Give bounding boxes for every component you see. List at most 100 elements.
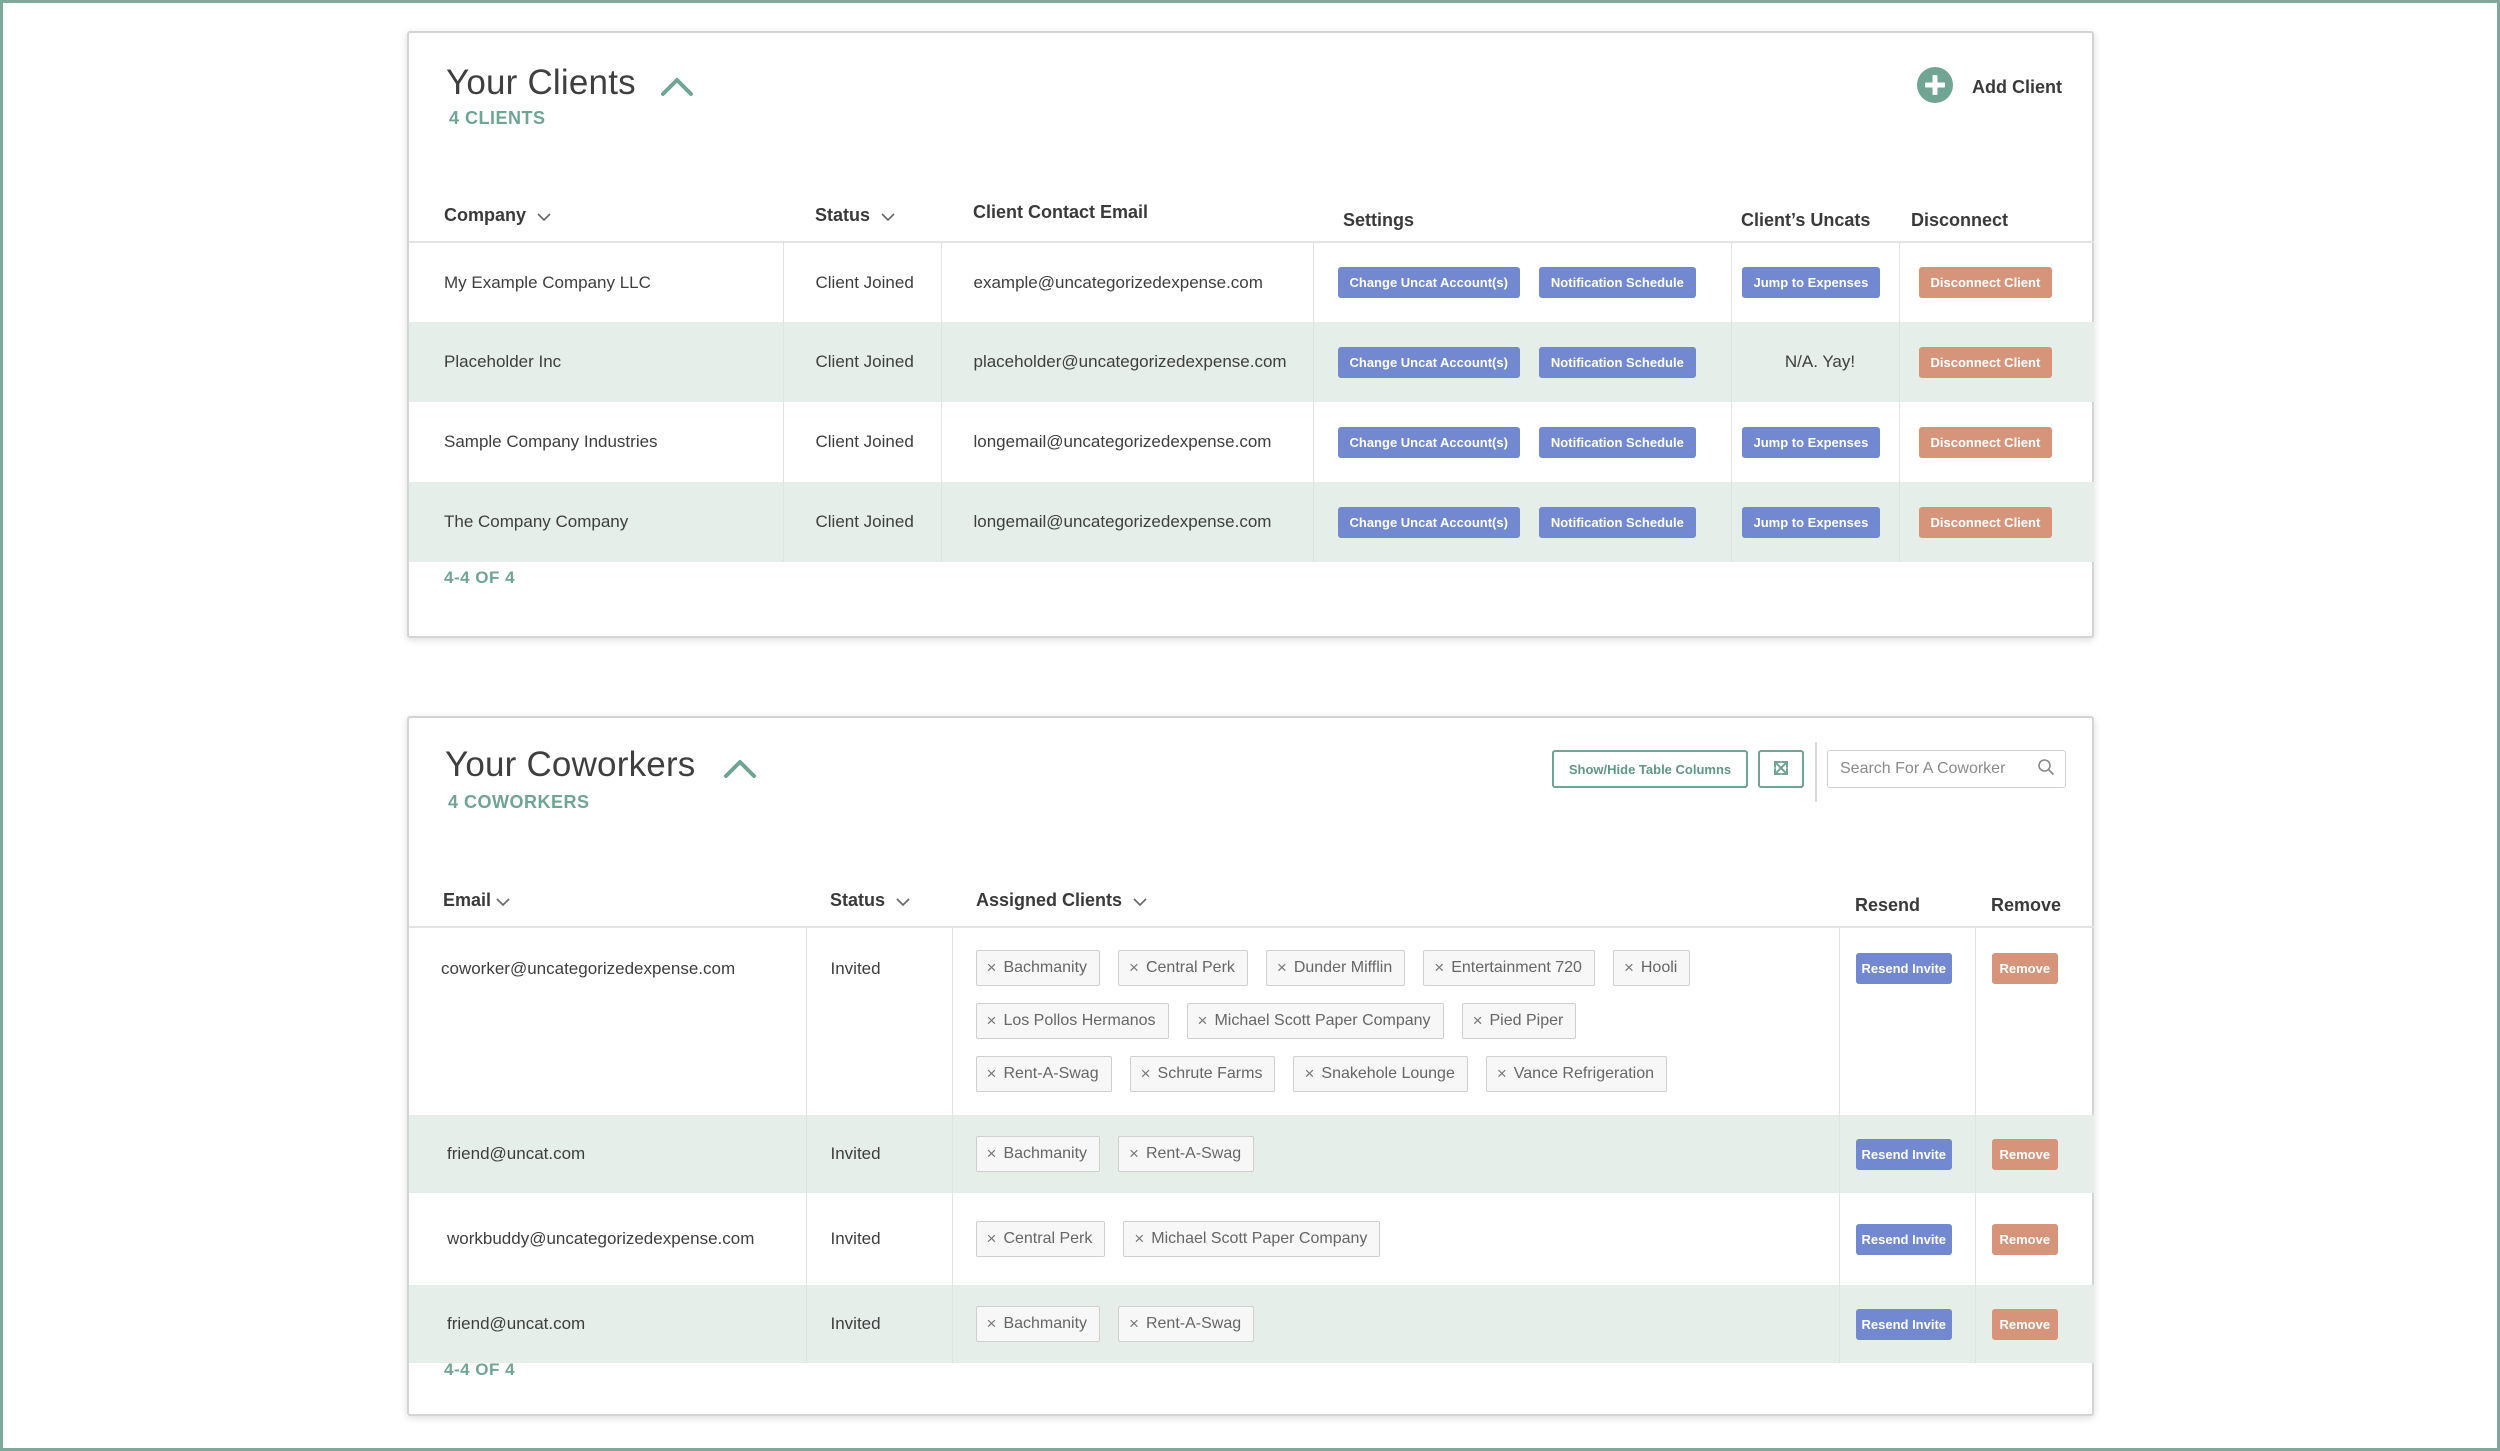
coworkers-panel: Your Coworkers 4 COWORKERS Show/Hide Tab… (407, 716, 2094, 1416)
close-icon[interactable]: × (1434, 958, 1444, 978)
remove-coworker-button[interactable]: Remove (1991, 1138, 2059, 1170)
resend-invite-button[interactable]: Resend Invite (1855, 1138, 1953, 1170)
coworkers-count: 4 COWORKERS (448, 792, 590, 812)
search-icon[interactable] (2037, 758, 2055, 781)
show-hide-columns-button[interactable]: Show/Hide Table Columns (1552, 750, 1748, 788)
chevron-down-icon (495, 891, 511, 912)
coworker-email: friend@uncat.com (409, 1285, 807, 1363)
remove-coworker-button[interactable]: Remove (1991, 953, 2059, 984)
close-icon[interactable]: × (987, 1064, 997, 1084)
close-icon[interactable]: × (987, 1314, 997, 1334)
expand-table-button[interactable] (1758, 750, 1804, 788)
chevron-down-icon (895, 891, 911, 912)
column-header-company[interactable]: Company (409, 148, 783, 243)
close-icon[interactable]: × (1134, 1229, 1144, 1249)
disconnect-client-button[interactable]: Disconnect Client (1918, 506, 2053, 538)
client-company: Sample Company Industries (409, 402, 784, 482)
assigned-client-tag: × Los Pollos Hermanos (975, 1003, 1169, 1039)
column-header-assigned-clients[interactable]: Assigned Clients (952, 833, 1839, 928)
assigned-client-tag: × Bachmanity (975, 950, 1101, 986)
coworker-remove: Remove (1975, 1193, 2094, 1285)
notification-schedule-button[interactable]: Notification Schedule (1538, 267, 1696, 298)
client-email: longemail@uncategorizedexpense.com (941, 402, 1314, 482)
close-icon[interactable]: × (1129, 1314, 1139, 1334)
toolbar-divider (1815, 742, 1817, 802)
coworkers-table: Email Status Assigned Clients Resend Rem… (409, 833, 2094, 1363)
disconnect-client-button[interactable]: Disconnect Client (1918, 426, 2053, 458)
column-header-status[interactable]: Status (783, 148, 941, 243)
coworker-search-input[interactable] (1840, 760, 2037, 778)
client-settings: Change Uncat Account(s) Notification Sche… (1313, 242, 1732, 322)
expand-arrows-icon (1772, 759, 1790, 780)
chevron-down-icon (880, 206, 896, 227)
column-header-settings: Settings (1313, 148, 1731, 243)
change-uncat-accounts-button[interactable]: Change Uncat Account(s) (1337, 267, 1520, 298)
notification-schedule-button[interactable]: Notification Schedule (1538, 506, 1696, 538)
client-disconnect: Disconnect Client (1899, 482, 2094, 562)
change-uncat-accounts-button[interactable]: Change Uncat Account(s) (1337, 346, 1520, 378)
client-disconnect: Disconnect Client (1899, 402, 2094, 482)
close-icon[interactable]: × (1304, 1064, 1314, 1084)
assigned-client-tag: × Vance Refrigeration (1485, 1056, 1668, 1092)
collapse-coworkers-chevron-up-icon[interactable] (723, 757, 757, 779)
coworker-status: Invited (806, 1285, 953, 1363)
client-status: Client Joined (783, 242, 942, 322)
coworker-email: workbuddy@uncategorizedexpense.com (409, 1193, 807, 1285)
close-icon[interactable]: × (987, 1011, 997, 1031)
close-icon[interactable]: × (987, 958, 997, 978)
coworker-row: friend@uncat.com Invited × Bachmanity × Rent-… (409, 1115, 2094, 1193)
assigned-clients-cell: × Central Perk × Michael Scott Paper Compan… (952, 1193, 1840, 1285)
close-icon[interactable]: × (1497, 1064, 1507, 1084)
client-uncats: N/A. Yay! (1731, 322, 1900, 402)
disconnect-client-button[interactable]: Disconnect Client (1918, 267, 2053, 298)
column-header-remove: Remove (1975, 833, 2094, 928)
client-email: longemail@uncategorizedexpense.com (941, 482, 1314, 562)
assigned-client-tag: × Pied Piper (1461, 1003, 1577, 1039)
coworker-email: coworker@uncategorizedexpense.com (409, 927, 807, 1115)
resend-invite-button[interactable]: Resend Invite (1855, 1308, 1953, 1340)
change-uncat-accounts-button[interactable]: Change Uncat Account(s) (1337, 426, 1520, 458)
jump-to-expenses-button[interactable]: Jump to Expenses (1741, 426, 1881, 458)
client-email: placeholder@uncategorizedexpense.com (941, 322, 1314, 402)
coworker-row: friend@uncat.com Invited × Bachmanity × Rent-… (409, 1285, 2094, 1363)
disconnect-client-button[interactable]: Disconnect Client (1918, 346, 2053, 378)
resend-invite-button[interactable]: Resend Invite (1855, 1223, 1953, 1255)
close-icon[interactable]: × (1129, 958, 1139, 978)
clients-header-row: Company Status Client Contact Email Sett… (409, 148, 2094, 243)
resend-invite-button[interactable]: Resend Invite (1855, 953, 1953, 984)
close-icon[interactable]: × (1198, 1011, 1208, 1031)
clients-title: Your Clients (446, 63, 636, 102)
jump-to-expenses-button[interactable]: Jump to Expenses (1741, 267, 1881, 298)
change-uncat-accounts-button[interactable]: Change Uncat Account(s) (1337, 506, 1520, 538)
assigned-client-tag: × Bachmanity (975, 1306, 1101, 1342)
jump-to-expenses-button[interactable]: Jump to Expenses (1741, 506, 1881, 538)
assigned-clients-cell: × Bachmanity × Central Perk × Dunder Mifflin ×… (952, 927, 1840, 1115)
column-header-uncats: Client’s Uncats (1731, 148, 1899, 243)
coworkers-header-row: Email Status Assigned Clients Resend Rem… (409, 833, 2094, 928)
close-icon[interactable]: × (1473, 1011, 1483, 1031)
column-header-status[interactable]: Status (806, 833, 952, 928)
clients-table: Company Status Client Contact Email Sett… (409, 148, 2094, 562)
chevron-down-icon (536, 206, 552, 227)
remove-coworker-button[interactable]: Remove (1991, 1223, 2059, 1255)
add-client-button[interactable]: Add Client (1916, 66, 2062, 109)
close-icon[interactable]: × (987, 1144, 997, 1164)
client-uncats: Jump to Expenses (1731, 482, 1900, 562)
notification-schedule-button[interactable]: Notification Schedule (1538, 346, 1696, 378)
client-email: example@uncategorizedexpense.com (941, 242, 1314, 322)
close-icon[interactable]: × (987, 1229, 997, 1249)
coworker-status: Invited (806, 927, 953, 1115)
close-icon[interactable]: × (1624, 958, 1634, 978)
assigned-client-tag: × Schrute Farms (1129, 1056, 1276, 1092)
notification-schedule-button[interactable]: Notification Schedule (1538, 426, 1696, 458)
coworkers-title: Your Coworkers (445, 745, 696, 784)
column-header-email[interactable]: Email (409, 833, 806, 928)
close-icon[interactable]: × (1129, 1144, 1139, 1164)
assigned-client-tag: × Rent-A-Swag (975, 1056, 1112, 1092)
collapse-clients-chevron-up-icon[interactable] (660, 75, 694, 97)
close-icon[interactable]: × (1141, 1064, 1151, 1084)
remove-coworker-button[interactable]: Remove (1991, 1308, 2059, 1340)
close-icon[interactable]: × (1277, 958, 1287, 978)
add-client-label: Add Client (1972, 77, 2062, 97)
client-row: My Example Company LLC Client Joined examp… (409, 242, 2094, 322)
